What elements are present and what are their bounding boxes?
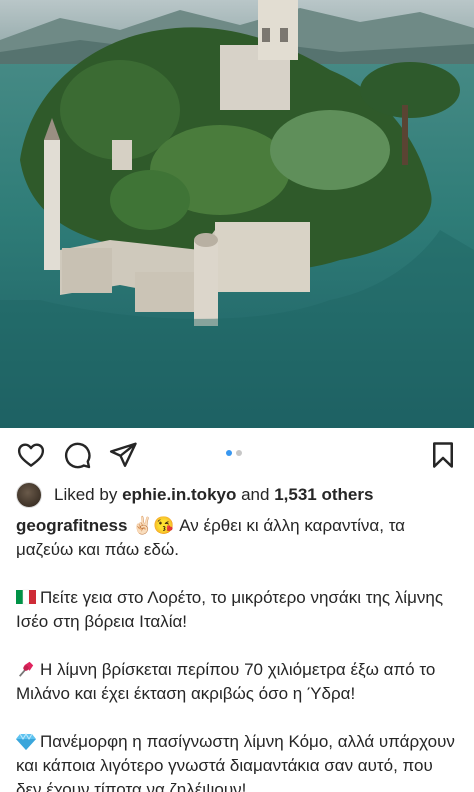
italy-flag-icon: [16, 589, 36, 605]
carousel-dot: [236, 450, 242, 456]
likes-and: and: [241, 485, 270, 504]
post-caption: geografitness ✌🏻😘 Αν έρθει κι άλλη καραν…: [16, 514, 462, 792]
heart-icon[interactable]: [16, 440, 46, 470]
likes-summary[interactable]: Liked by ephie.in.tokyo and 1,531 others: [16, 482, 373, 508]
likes-count[interactable]: 1,531 others: [274, 485, 373, 505]
diamond-icon: [16, 733, 36, 750]
post-photo[interactable]: [0, 0, 474, 428]
bookmark-icon[interactable]: [428, 440, 458, 470]
carousel-indicator: [226, 450, 242, 456]
liker-username[interactable]: ephie.in.tokyo: [122, 485, 236, 505]
pushpin-icon: [19, 661, 34, 677]
caption-line-4: Πανέμορφη η πασίγνωστη λίμνη Κόμο, αλλά …: [16, 732, 455, 792]
send-icon[interactable]: [108, 440, 138, 470]
caption-line-3: Η λίμνη βρίσκεται περίπου 70 χιλιόμετρα …: [16, 660, 436, 703]
caption-username[interactable]: geografitness: [16, 516, 127, 535]
likes-prefix: Liked by: [54, 485, 118, 504]
carousel-dot-active: [226, 450, 232, 456]
caption-line-2: Πείτε γεια στο Λορέτο, το μικρότερο νησά…: [16, 588, 444, 631]
comment-icon[interactable]: [62, 440, 92, 470]
avatar[interactable]: [16, 482, 42, 508]
